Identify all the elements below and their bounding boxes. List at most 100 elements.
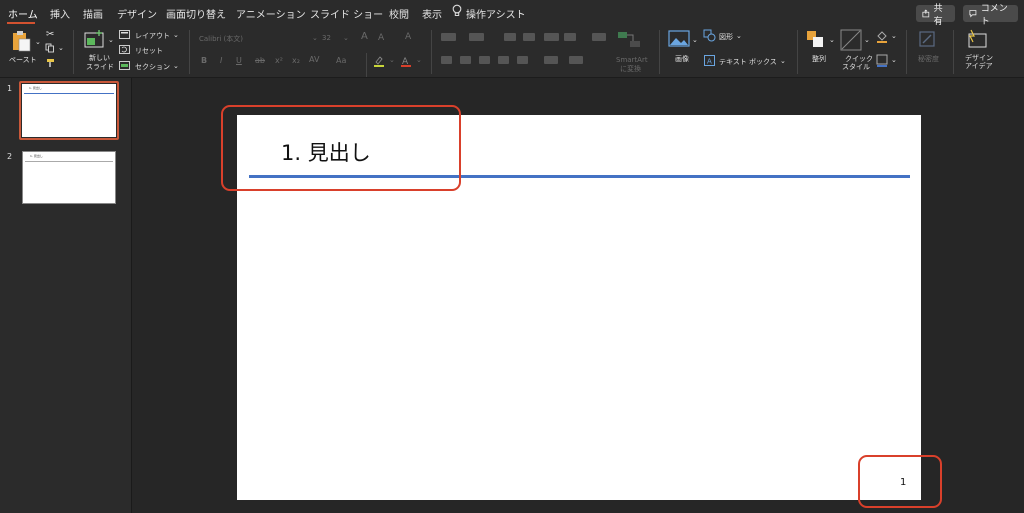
- tab-tell-me[interactable]: 操作アシスト: [466, 6, 526, 21]
- columns-icon[interactable]: [564, 33, 576, 41]
- tab-view[interactable]: 表示: [422, 6, 442, 21]
- increase-indent-icon[interactable]: [523, 33, 535, 41]
- character-spacing-icon[interactable]: AV: [309, 55, 319, 64]
- slide-thumbnail-2[interactable]: 1. 見出し: [22, 151, 116, 204]
- shape-outline-icon[interactable]: [876, 54, 888, 67]
- thumbnail-number: 2: [7, 152, 13, 161]
- ribbon: ⌄ ペースト ✂ ⌄ ⌄ 新しい スライド レイアウト ⌄ リセット セクション…: [0, 26, 1024, 78]
- underline-icon[interactable]: U: [236, 56, 242, 65]
- picture-icon[interactable]: [668, 30, 690, 48]
- thumbnail-title: 1. 見出し: [30, 154, 43, 158]
- sensitivity-label: 秘密度: [918, 55, 939, 63]
- new-slide-icon[interactable]: [84, 30, 106, 50]
- sensitivity-icon[interactable]: [918, 30, 938, 48]
- bullets-icon[interactable]: [441, 33, 456, 41]
- shrink-font-icon[interactable]: A: [378, 33, 384, 43]
- slide-thumbnail-1[interactable]: 1. 見出し: [22, 84, 116, 137]
- decrease-indent-icon[interactable]: [504, 33, 516, 41]
- thumbnail-rule: [25, 161, 113, 162]
- copy-dropdown-icon[interactable]: ⌄: [58, 44, 64, 52]
- share-button[interactable]: 共有: [916, 4, 955, 27]
- bold-icon[interactable]: B: [201, 56, 207, 65]
- distributed-icon[interactable]: [517, 56, 528, 64]
- paste-label: ペースト: [9, 56, 37, 64]
- ribbon-tab-bar: ホーム 挿入 描画 デザイン 画面切り替え アニメーション スライド ショー 校…: [0, 0, 1024, 27]
- layout-dropdown-icon[interactable]: ⌄: [173, 31, 179, 39]
- separator: [189, 30, 190, 74]
- section-button[interactable]: セクション: [135, 62, 170, 72]
- reset-icon: [119, 45, 130, 54]
- layout-button[interactable]: レイアウト: [135, 31, 170, 41]
- copy-icon[interactable]: [45, 43, 55, 53]
- shapes-dropdown-icon[interactable]: ⌄: [736, 32, 742, 40]
- shapes-icon: [703, 29, 716, 42]
- align-right-icon[interactable]: [479, 56, 490, 64]
- arrange-icon[interactable]: [805, 29, 827, 49]
- picture-dropdown-icon[interactable]: ⌄: [692, 36, 698, 44]
- separator: [73, 30, 74, 74]
- shape-fill-icon[interactable]: [876, 30, 888, 43]
- comment-icon: [969, 10, 977, 18]
- thumbnail-title: 1. 見出し: [29, 86, 42, 90]
- numbering-icon[interactable]: [469, 33, 484, 41]
- convert-to-smartart-small-icon[interactable]: [592, 33, 606, 41]
- tab-insert[interactable]: 挿入: [50, 6, 70, 21]
- tab-home[interactable]: ホーム: [8, 6, 38, 21]
- design-ideas-icon[interactable]: [966, 29, 988, 49]
- tab-design[interactable]: デザイン: [117, 6, 157, 21]
- line-spacing-icon[interactable]: [544, 33, 559, 41]
- textbox-button[interactable]: テキスト ボックス: [719, 57, 777, 67]
- clear-formatting-icon[interactable]: A: [405, 32, 411, 42]
- paste-icon[interactable]: [10, 30, 32, 52]
- font-name-combobox[interactable]: Calibri (本文): [199, 34, 243, 44]
- shapes-button[interactable]: 図形: [719, 32, 733, 42]
- shape-outline-dropdown-icon[interactable]: ⌄: [891, 56, 897, 64]
- separator: [953, 30, 954, 74]
- tab-transitions[interactable]: 画面切り替え: [166, 6, 226, 21]
- font-color-dropdown-icon[interactable]: ⌄: [416, 56, 422, 64]
- align-center-icon[interactable]: [460, 56, 471, 64]
- font-size-combobox[interactable]: 32: [322, 34, 331, 42]
- font-name-dropdown-icon[interactable]: ⌄: [312, 34, 318, 42]
- textbox-dropdown-icon[interactable]: ⌄: [780, 57, 786, 65]
- tab-slideshow[interactable]: スライド ショー: [310, 6, 383, 21]
- strikethrough-icon[interactable]: ab: [255, 56, 265, 65]
- smartart-label-2: に変換: [620, 65, 641, 73]
- superscript-icon[interactable]: x²: [275, 56, 283, 65]
- paste-dropdown-icon[interactable]: ⌄: [35, 38, 41, 46]
- align-left-icon[interactable]: [441, 56, 452, 64]
- shape-fill-dropdown-icon[interactable]: ⌄: [891, 32, 897, 40]
- italic-icon[interactable]: I: [220, 56, 222, 65]
- smartart-icon[interactable]: [616, 30, 642, 48]
- justify-icon[interactable]: [498, 56, 509, 64]
- separator: [659, 30, 660, 74]
- svg-text:A: A: [707, 58, 712, 66]
- subscript-icon[interactable]: x₂: [292, 56, 300, 65]
- font-color-icon[interactable]: A: [400, 55, 412, 67]
- quick-styles-icon[interactable]: [840, 29, 862, 51]
- arrange-dropdown-icon[interactable]: ⌄: [829, 36, 835, 44]
- tab-draw[interactable]: 描画: [83, 6, 103, 21]
- highlight-color-icon[interactable]: [373, 55, 385, 67]
- comment-button[interactable]: コメント: [963, 4, 1018, 27]
- grow-font-icon[interactable]: A: [361, 31, 368, 42]
- cut-icon[interactable]: ✂: [46, 29, 54, 40]
- tab-review[interactable]: 校閲: [389, 6, 409, 21]
- layout-icon: [119, 30, 130, 39]
- reset-button[interactable]: リセット: [135, 46, 163, 56]
- quick-styles-label-2: スタイル: [842, 63, 870, 71]
- separator: [797, 30, 798, 74]
- section-dropdown-icon[interactable]: ⌄: [173, 62, 179, 70]
- text-direction-icon[interactable]: [544, 56, 558, 64]
- change-case-icon[interactable]: Aa: [336, 56, 346, 65]
- comment-label: コメント: [980, 3, 1008, 27]
- smartart-label-1: SmartArt: [616, 56, 648, 64]
- new-slide-dropdown-icon[interactable]: ⌄: [108, 36, 114, 44]
- format-painter-icon[interactable]: [45, 57, 56, 68]
- design-ideas-label-2: アイデア: [965, 62, 993, 70]
- tab-animations[interactable]: アニメーション: [236, 6, 306, 21]
- quick-styles-dropdown-icon[interactable]: ⌄: [864, 36, 870, 44]
- highlight-dropdown-icon[interactable]: ⌄: [389, 56, 395, 64]
- align-text-icon[interactable]: [569, 56, 583, 64]
- font-size-dropdown-icon[interactable]: ⌄: [343, 34, 349, 42]
